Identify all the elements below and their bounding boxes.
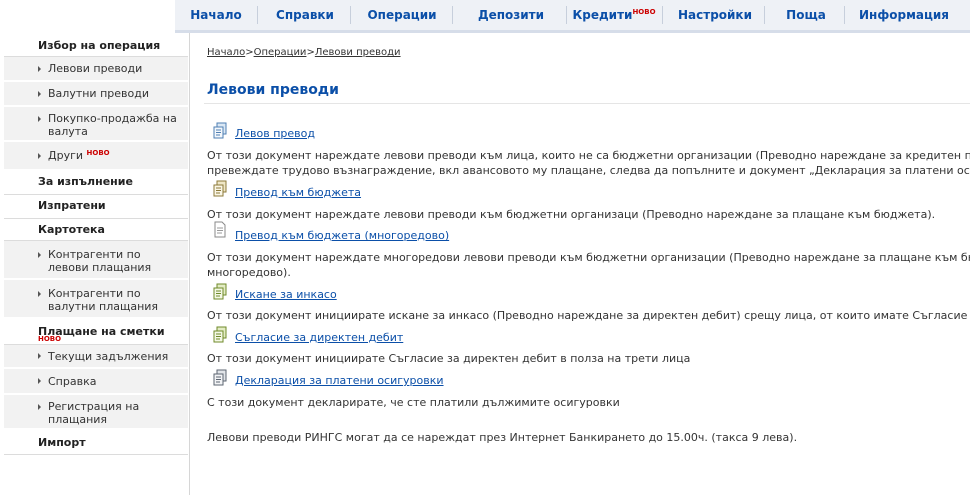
document-stack-icon [213, 180, 227, 197]
breadcrumb-current-link[interactable]: Левови преводи [315, 47, 401, 58]
nav-mail[interactable]: Поща [776, 0, 836, 30]
sidebar-item-payment-registration[interactable]: Регистрация на плащания [4, 395, 188, 429]
sidebar-item-label: Регистрация на плащания [48, 400, 140, 426]
breadcrumb-separator: > [306, 47, 315, 58]
nav-separator [257, 6, 258, 24]
sidebar-divider [4, 218, 188, 219]
document-stack-icon [213, 369, 227, 386]
breadcrumb-home-link[interactable]: Начало [207, 47, 245, 58]
arrow-right-icon [38, 291, 41, 297]
description-line: От този документ нареждате левови превод… [207, 208, 936, 221]
new-badge: НОВО [632, 8, 656, 16]
arrow-right-icon [38, 90, 41, 97]
budget-transfer-description: От този документ нареждате левови превод… [207, 207, 970, 222]
link-lev-transfer[interactable]: Левов превод [235, 127, 315, 140]
sidebar-item-currency-transfers[interactable]: Валутни преводи [4, 82, 188, 106]
link-budget-transfer[interactable]: Превод към бюджета [235, 186, 361, 199]
sidebar-item-counterparties-currency[interactable]: Контрагенти по валутни плащания [4, 280, 188, 318]
nav-separator [844, 6, 845, 24]
sidebar: Избор на операция Левови преводи Валутни… [0, 33, 190, 495]
sidebar-item-label: Покупко-продажба на валута [48, 112, 177, 138]
arrow-right-icon [38, 65, 41, 72]
nav-separator [452, 6, 453, 24]
collection-request-description: От този документ инициирате искане за ин… [207, 308, 970, 323]
description-line: превеждате трудово възнаграждение, вкл а… [207, 164, 970, 177]
top-navigation: Начало Справки Операции Депозити Кредити… [0, 0, 970, 33]
sidebar-section-bill-payment[interactable]: Плащане на сметки НОВО [0, 325, 189, 343]
rings-info-note: Левови преводи РИНГС могат да се нарежда… [207, 431, 798, 444]
sidebar-item-label: Левови преводи [48, 62, 143, 75]
sidebar-section-operation-select[interactable]: Избор на операция [0, 39, 189, 55]
sidebar-item-label: Справка [48, 375, 97, 388]
document-stack-icon [213, 122, 227, 139]
arrow-right-icon [38, 116, 41, 122]
sidebar-item-label: Контрагенти по левови плащания [48, 248, 152, 274]
document-stack-icon [213, 326, 227, 343]
sidebar-section-sent[interactable]: Изпратени [0, 199, 189, 215]
arrow-right-icon [38, 252, 41, 258]
sidebar-section-import[interactable]: Импорт [0, 436, 189, 452]
budget-transfer-multiline-description: От този документ нареждате многоредови л… [207, 250, 970, 280]
sidebar-divider [4, 194, 188, 195]
nav-separator [662, 6, 663, 24]
breadcrumb-separator: > [245, 47, 254, 58]
arrow-right-icon [38, 404, 41, 410]
sidebar-divider [4, 454, 188, 455]
direct-debit-consent-description: От този документ инициирате Съгласие за … [207, 351, 970, 366]
nav-home[interactable]: Начало [183, 0, 249, 30]
link-budget-transfer-multiline[interactable]: Превод към бюджета (многоредово) [235, 229, 449, 242]
nav-reports[interactable]: Справки [268, 0, 342, 30]
description-line: От този документ нареждате многоредови л… [207, 251, 970, 264]
breadcrumb: Начало>Операции>Левови преводи [207, 47, 401, 58]
link-collection-request[interactable]: Искане за инкасо [235, 288, 337, 301]
arrow-right-icon [38, 353, 41, 359]
title-divider [204, 103, 970, 104]
nav-credits-label: Кредити [572, 8, 633, 22]
description-line: многоредово). [207, 266, 291, 279]
nav-information[interactable]: Информация [858, 0, 950, 30]
description-line: От този документ нареждате левови превод… [207, 149, 970, 162]
sidebar-section-for-execution[interactable]: За изпълнение [0, 175, 189, 191]
sidebar-item-label: Текущи задължения [48, 350, 169, 363]
sidebar-item-others[interactable]: Други НОВО [4, 142, 188, 170]
nav-separator [566, 6, 567, 24]
description-line: С този документ декларирате, че сте плат… [207, 396, 620, 409]
sidebar-item-label: Други [48, 149, 84, 162]
insurance-declaration-description: С този документ декларирате, че сте плат… [207, 395, 970, 410]
nav-separator [350, 6, 351, 24]
sidebar-section-card-index[interactable]: Картотека [0, 223, 189, 239]
nav-operations[interactable]: Операции [362, 0, 442, 30]
sidebar-item-counterparties-lev[interactable]: Контрагенти по левови плащания [4, 241, 188, 279]
sidebar-item-current-liabilities[interactable]: Текущи задължения [4, 345, 188, 368]
nav-separator [764, 6, 765, 24]
description-line: От този документ инициирате Съгласие за … [207, 352, 691, 365]
sidebar-item-label: Валутни преводи [48, 87, 149, 100]
nav-credits[interactable]: КредитиНОВО [568, 0, 660, 30]
sidebar-item-lev-transfers[interactable]: Левови преводи [4, 57, 188, 81]
sidebar-item-label: Контрагенти по валутни плащания [48, 287, 159, 313]
link-insurance-declaration[interactable]: Декларация за платени осигуровки [235, 374, 444, 387]
sidebar-item-reference[interactable]: Справка [4, 369, 188, 394]
nav-settings[interactable]: Настройки [674, 0, 756, 30]
link-direct-debit-consent[interactable]: Съгласие за директен дебит [235, 331, 403, 344]
document-icon [214, 221, 226, 238]
nav-deposits[interactable]: Депозити [462, 0, 560, 30]
lev-transfer-description: От този документ нареждате левови превод… [207, 148, 970, 178]
arrow-right-icon [38, 378, 41, 384]
document-stack-icon [213, 283, 227, 300]
breadcrumb-operations-link[interactable]: Операции [254, 47, 307, 58]
description-line: От този документ инициирате искане за ин… [207, 309, 970, 322]
arrow-right-icon [38, 152, 41, 159]
new-badge: НОВО [86, 149, 110, 157]
new-badge: НОВО [38, 335, 62, 343]
page-title: Левови преводи [207, 82, 339, 98]
sidebar-item-buy-sell-currency[interactable]: Покупко-продажба на валута [4, 107, 188, 141]
